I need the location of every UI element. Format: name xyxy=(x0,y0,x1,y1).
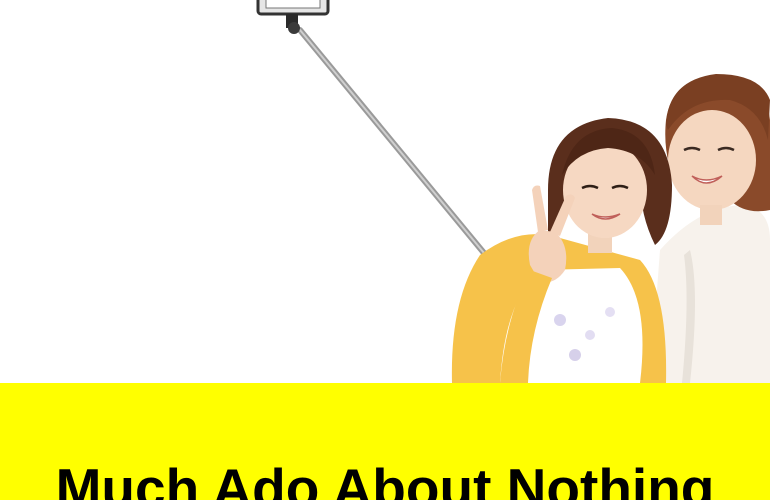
selfie-illustration xyxy=(0,0,770,383)
title-banner: Much Ado About Nothing xyxy=(0,383,770,500)
image-frame: Much Ado About Nothing xyxy=(0,0,770,500)
selfie-photo xyxy=(0,0,770,383)
banner-title: Much Ado About Nothing xyxy=(55,457,715,500)
